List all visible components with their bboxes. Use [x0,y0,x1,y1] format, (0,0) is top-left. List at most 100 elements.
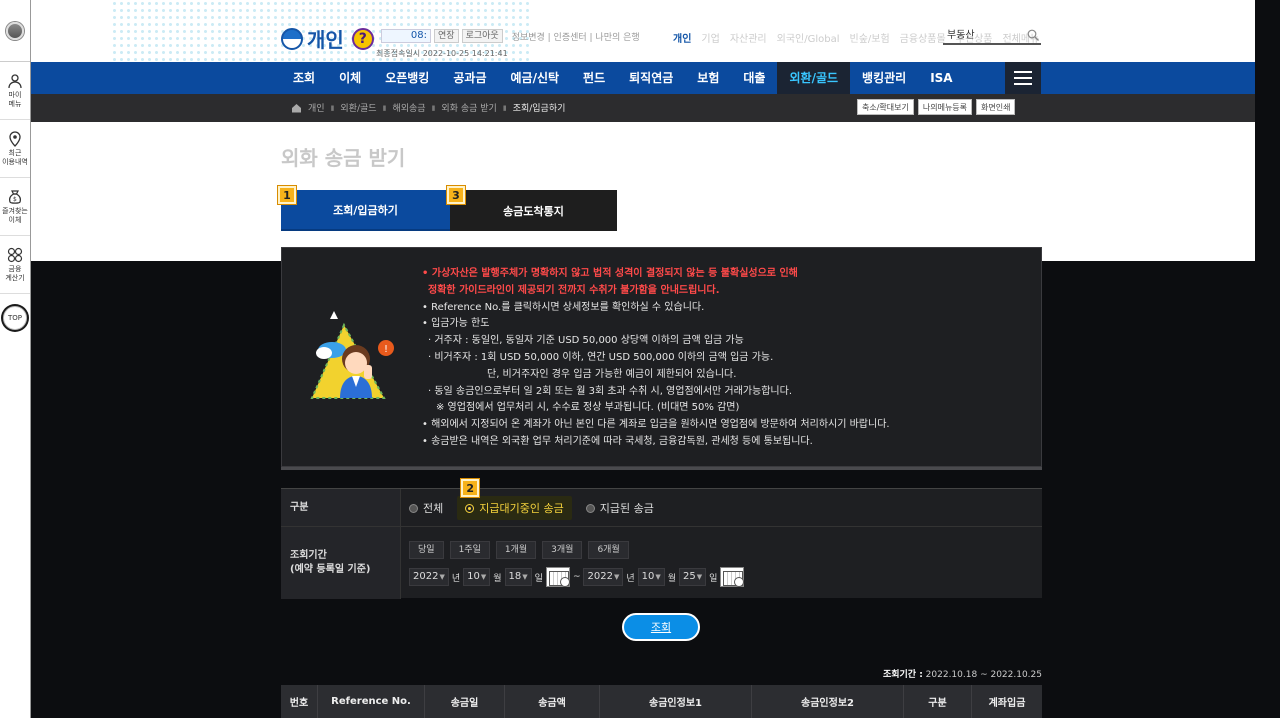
bank-logo-icon [281,27,303,50]
last-login: 최종접속일시 2022-10-25 14:21:41 [376,48,508,59]
radio-all[interactable]: 전체 [409,500,443,516]
select-value: 25 [683,571,696,582]
nav-item-transfer[interactable]: 이체 [327,62,373,94]
radio-label: 지급된 송금 [599,502,654,515]
quick-menu-toggle-icon[interactable] [6,21,24,40]
tab-arrival-notice[interactable]: 3 송금도착통지 [447,186,617,231]
quick-item-recent[interactable]: 최근 이용내역 [0,120,30,178]
quick-menu-header[interactable] [0,0,30,62]
hamburger-menu-icon[interactable] [1005,62,1041,94]
calendar-icon[interactable] [720,567,745,587]
chevron-down-icon: ▼ [696,573,703,581]
step-badge: 1 [278,186,296,204]
to-month-select[interactable]: 10 ▼ [637,568,665,586]
breadcrumb-current: 조회/입금하기 [512,104,566,114]
calendar-icon[interactable] [545,567,570,587]
print-button[interactable]: 화면인쇄 [976,99,1016,115]
period-today-button[interactable]: 당일 [409,541,444,559]
breadcrumb-item[interactable]: 해외송금 [392,101,425,114]
header-tab[interactable]: 자산관리 [730,30,767,45]
period-6month-button[interactable]: 6개월 [588,541,629,559]
notice-box: ! • 가상자산은 발행주체가 명확하지 않고 법적 성격이 결정되지 않는 등… [281,247,1042,467]
site-header: 개인 ? 08: 연장 로그아웃 정보변경 | 인증센터 | 나만의 은행 최종… [31,0,1255,62]
header-search-input[interactable]: 부동산 [943,28,1041,45]
main-nav: 조회 이체 오픈뱅킹 공과금 예금/신탁 펀드 퇴직연금 보험 대출 외환/골드… [31,62,1255,94]
header-tab[interactable]: 금융상품몰 [900,30,946,45]
breadcrumb-item[interactable]: 외환/골드 [340,101,376,114]
logout-button[interactable]: 로그아웃 [461,29,503,43]
header-tab-personal[interactable]: 개인 [673,30,691,45]
nav-item-isa[interactable]: ISA [918,62,964,94]
period-3month-button[interactable]: 3개월 [542,541,583,559]
bank-logo[interactable]: 개인 ? [281,24,374,53]
from-day-select[interactable]: 18 ▼ [504,568,532,586]
nav-item-fund[interactable]: 펀드 [571,62,617,94]
util-links[interactable]: 정보변경 | 인증센터 | 나만의 은행 [512,30,640,43]
quick-menu-sidebar: 마이 메뉴 최근 이용내역 $ 즐겨찾는 이체 금융 계산기 TOP [0,0,31,718]
scroll-top-button[interactable]: TOP [3,306,27,330]
period-quick-buttons: 당일 1주일 1개월 3개월 6개월 [409,541,629,559]
search-value: 부동산 [947,30,975,41]
content-tabs: 1 조회/입금하기 3 송금도착통지 [278,186,617,231]
tab-inquiry-deposit[interactable]: 1 조회/입금하기 [278,186,450,231]
nav-item-pension[interactable]: 퇴직연금 [617,62,685,94]
last-login-value: 2022-10-25 14:21:41 [422,49,508,58]
search-icon[interactable] [1027,29,1039,41]
period-1month-button[interactable]: 1개월 [495,541,537,559]
header-tab[interactable]: 외국인/Global [777,30,840,45]
extend-session-button[interactable]: 연장 [434,29,459,43]
select-value: 10 [641,571,655,582]
period-1week-button[interactable]: 1주일 [449,541,490,559]
add-my-menu-button[interactable]: 나의메뉴등록 [917,99,973,115]
breadcrumb-separator-icon: ▮ [431,103,436,112]
header-tab[interactable]: 기업 [701,30,719,45]
to-year-select[interactable]: 2022 ▼ [583,568,624,586]
notice-line: • 송금받은 내역은 외국환 업무 처리기준에 따라 국세청, 금융감독원, 관… [422,435,813,447]
radio-paid[interactable]: 지급된 송금 [585,500,654,516]
search-button[interactable]: 조회 [622,613,700,641]
unit-month: 월 [493,573,502,584]
quick-item-label: 즐겨찾는 이체 [2,206,28,224]
quick-item-label: 최근 이용내역 [2,148,28,166]
nav-item-banking-mgmt[interactable]: 뱅킹관리 [850,62,918,94]
col-sender-info-2: 송금인정보2 [752,685,904,718]
nav-item-deposit[interactable]: 예금/신탁 [498,62,571,94]
nav-item-utility[interactable]: 공과금 [441,62,498,94]
col-amount: 송금액 [505,685,600,718]
quick-item-calculator[interactable]: 금융 계산기 [0,236,30,294]
home-icon[interactable] [291,103,302,113]
radio-pending[interactable]: 2 지급대기중인 송금 [457,479,572,520]
person-icon [8,73,22,88]
quick-item-favorite-transfer[interactable]: $ 즐겨찾는 이체 [0,178,30,236]
from-month-select[interactable]: 10 ▼ [463,568,491,586]
nav-item-forex-gold[interactable]: 외환/골드 [777,62,851,94]
help-icon[interactable]: ? [351,27,374,50]
zoom-button[interactable]: 축소/확대보기 [857,99,914,115]
nav-item-loan[interactable]: 대출 [731,62,777,94]
breadcrumb-item[interactable]: 개인 [308,101,325,114]
select-value: 10 [467,571,480,582]
header-tab[interactable]: 빈숲/보험 [850,30,890,45]
date-range: 2022 ▼ 년 10 ▼ 월 18 ▼ 일 ~ 2022 ▼ 년 10 ▼ 월 25 ▼ … [409,567,745,587]
breadcrumb-item[interactable]: 외화 송금 받기 [441,101,496,114]
breadcrumb-separator-icon: ▮ [502,103,507,112]
breadcrumb-bar: 개인 ▮ 외환/골드 ▮ 해외송금 ▮ 외화 송금 받기 ▮ 조회/입금하기 축… [31,94,1255,122]
from-year-select[interactable]: 2022 ▼ [409,568,449,586]
to-day-select[interactable]: 25 ▼ [679,568,707,586]
calculator-icon [7,247,23,262]
radio-circle-icon[interactable] [585,503,595,513]
chevron-down-icon: ▼ [655,573,661,581]
nav-item-insurance[interactable]: 보험 [685,62,731,94]
quick-item-my-menu[interactable]: 마이 메뉴 [0,62,30,120]
notice-line: 정확한 가이드라인이 제공되기 전까지 수취가 불가함을 안내드립니다. [428,284,720,296]
select-value: 2022 [587,571,613,582]
nav-item-inquiry[interactable]: 조회 [281,62,327,94]
breadcrumb-separator-icon: ▮ [382,103,387,112]
radio-circle-icon[interactable] [409,503,418,513]
radio-circle-selected-icon[interactable] [465,503,475,513]
nav-item-open-banking[interactable]: 오픈뱅킹 [373,62,441,94]
unit-month: 월 [667,573,677,584]
quick-item-label: 마이 메뉴 [8,90,22,108]
unit-day: 일 [709,573,718,584]
period-label-main: 조회기간 [290,550,327,561]
